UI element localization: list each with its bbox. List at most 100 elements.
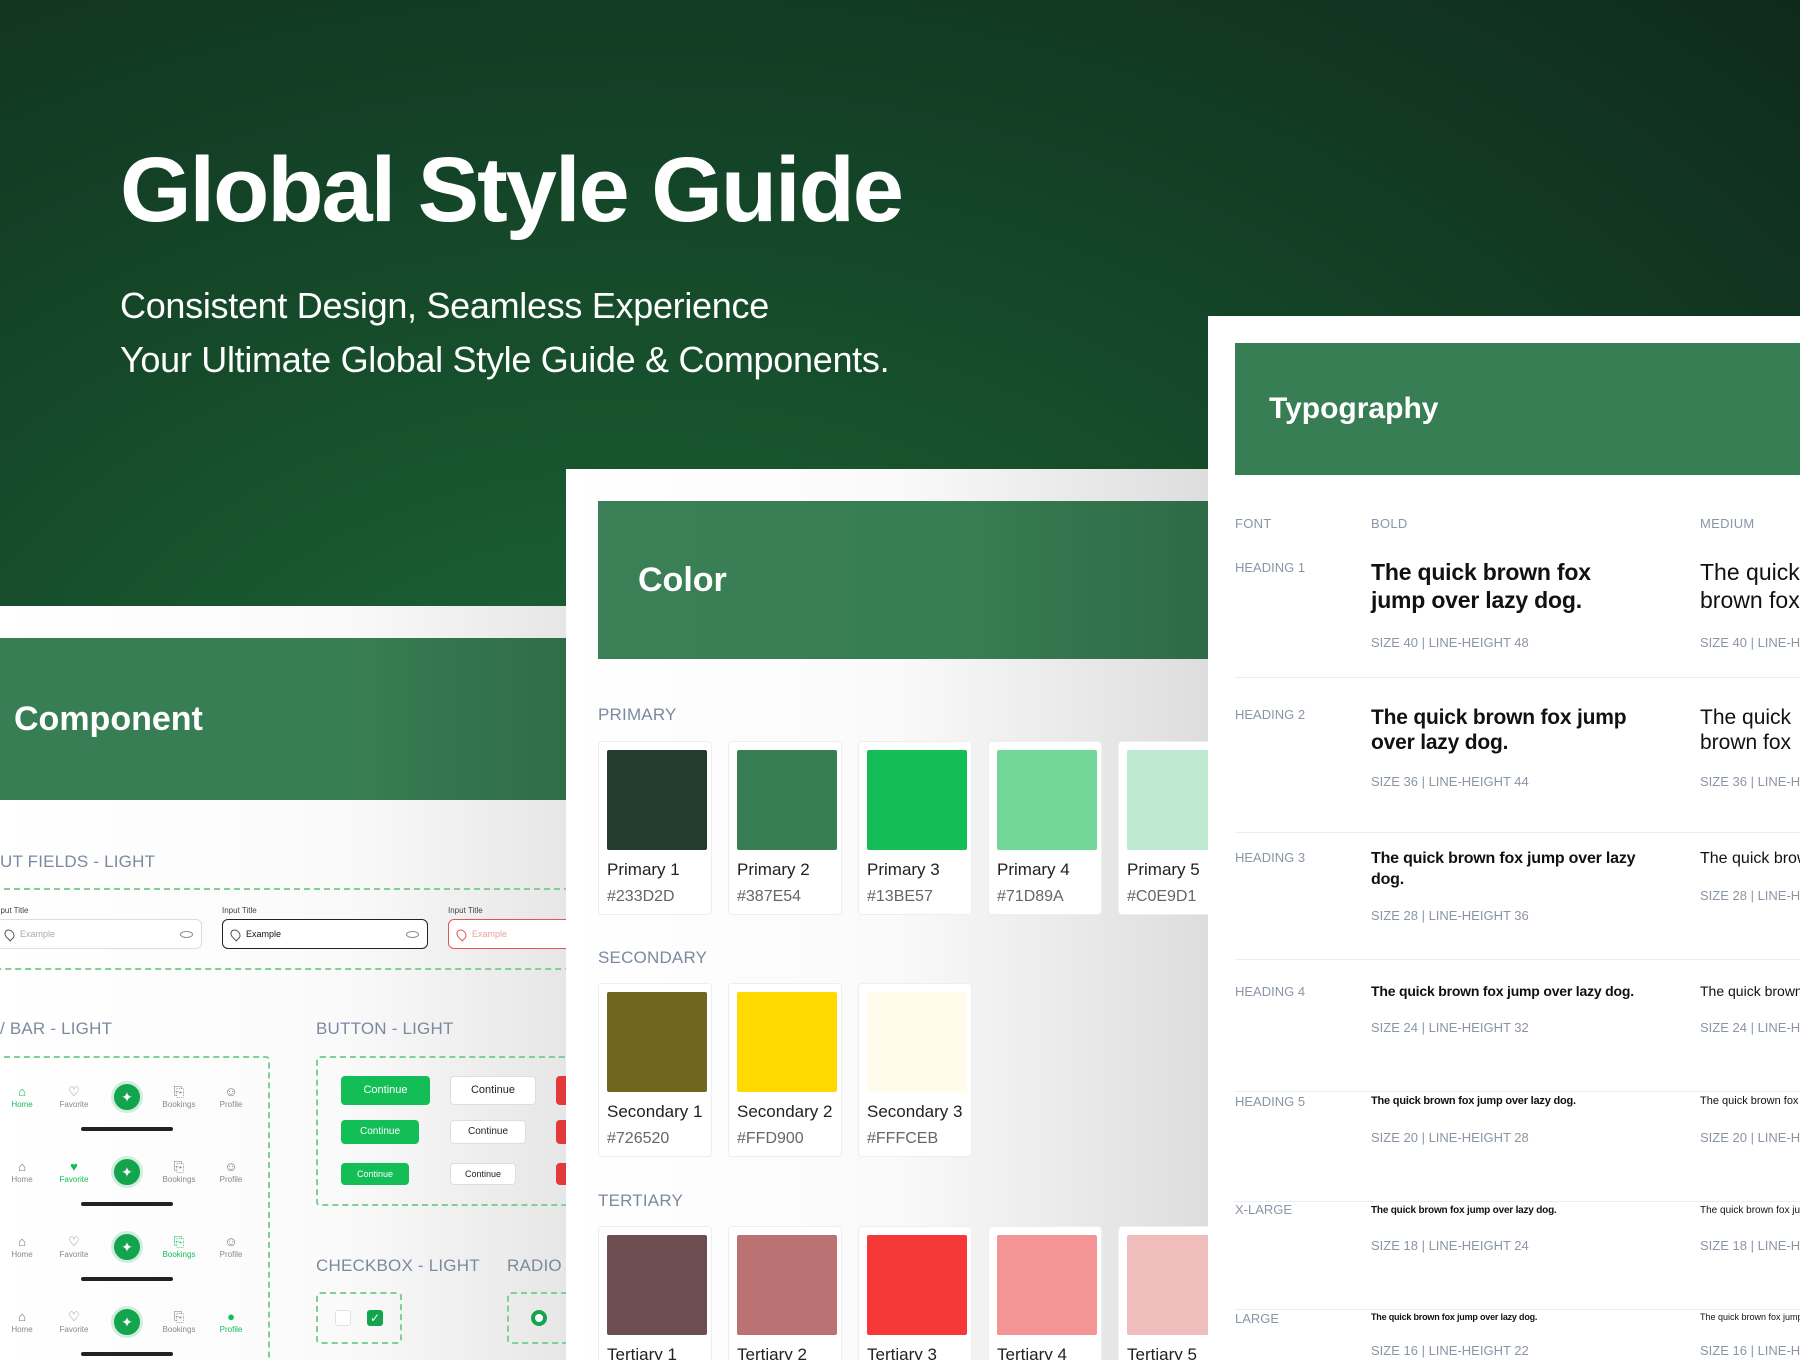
size-meta-medium: SIZE 36 | LINE-HEIGHT 44 <box>1700 774 1800 789</box>
swatch-hex: #C0E9D1 <box>1127 888 1197 905</box>
nav-home[interactable]: ⌂ Home <box>0 1160 44 1184</box>
bold-sample: The quick brown fox jump over lazy dog. <box>1371 559 1591 613</box>
location-pin-icon <box>2 926 17 942</box>
sparkle-fab-button[interactable]: ✦ <box>111 1156 143 1188</box>
navbar-bookings-active: ⌂ Home ♡ Favorite ✦ ⎘ Bookings ☺ Profile <box>0 1231 262 1303</box>
bold-sample: The quick brown fox jump over lazy dog. <box>1371 1095 1576 1107</box>
size-meta: SIZE 40 | LINE-HEIGHT 48 <box>1371 635 1529 650</box>
heart-icon: ♡ <box>68 1084 80 1099</box>
swatch-name: Secondary 1 <box>607 1102 703 1121</box>
medium-sample: The quick brown fox jump over lazy dog. <box>1700 1095 1800 1107</box>
input-field-label: nput Title <box>0 906 29 915</box>
input-box[interactable]: Example <box>0 919 202 949</box>
swatch-color <box>1127 1235 1221 1335</box>
size-meta-medium: SIZE 18 | LINE-HEIGHT 24 <box>1700 1238 1800 1253</box>
eye-off-icon[interactable] <box>180 930 193 938</box>
home-indicator <box>81 1127 173 1131</box>
swatch-tertiary-5[interactable]: Tertiary 5 <box>1118 1226 1221 1360</box>
swatch-color <box>607 992 707 1092</box>
checkbox-checked-icon[interactable]: ✓ <box>367 1310 383 1326</box>
font-name: HEADING 3 <box>1235 850 1306 865</box>
eye-off-icon[interactable] <box>406 930 419 938</box>
size-meta: SIZE 20 | LINE-HEIGHT 28 <box>1371 1130 1529 1145</box>
navbar-section-title: / BAR - LIGHT <box>0 1019 113 1038</box>
swatch-tertiary-4[interactable]: Tertiary 4 <box>988 1226 1102 1360</box>
nav-profile-label: Profile <box>219 1325 243 1334</box>
nav-favorite[interactable]: ♥ Favorite <box>52 1160 96 1184</box>
primary-button-small[interactable]: Continue <box>341 1163 409 1185</box>
swatch-secondary-1[interactable]: Secondary 1 #726520 <box>598 983 712 1157</box>
swatch-hex: #387E54 <box>737 888 802 905</box>
nav-bookings[interactable]: ⎘ Bookings <box>157 1160 201 1184</box>
swatch-primary-3[interactable]: Primary 3 #13BE57 <box>858 741 972 915</box>
swatch-tertiary-2[interactable]: Tertiary 2 <box>728 1226 842 1360</box>
nav-bookings[interactable]: ⎘ Bookings <box>157 1235 201 1259</box>
primary-button-medium[interactable]: Continue <box>341 1120 419 1144</box>
radio-selected-icon[interactable] <box>531 1310 547 1326</box>
type-row-heading-1: HEADING 1 The quick brown fox jump over … <box>1235 558 1800 678</box>
swatch-secondary-2[interactable]: Secondary 2 #FFD900 <box>728 983 842 1157</box>
user-icon: ● <box>227 1309 235 1324</box>
sparkle-fab-button[interactable]: ✦ <box>111 1081 143 1113</box>
nav-favorite[interactable]: ♡ Favorite <box>52 1310 96 1334</box>
nav-bookings[interactable]: ⎘ Bookings <box>157 1310 201 1334</box>
swatch-name: Primary 3 <box>867 860 940 879</box>
swatch-hex: #726520 <box>607 1130 670 1147</box>
size-meta-medium: SIZE 24 | LINE-HEIGHT 32 <box>1700 1020 1800 1035</box>
swatch-primary-2[interactable]: Primary 2 #387E54 <box>728 741 842 915</box>
size-meta-medium: SIZE 20 | LINE-HEIGHT 28 <box>1700 1130 1800 1145</box>
swatch-primary-4[interactable]: Primary 4 #71D89A <box>988 741 1102 915</box>
nav-profile[interactable]: ☺ Profile <box>209 1085 253 1109</box>
nav-home[interactable]: ⌂ Home <box>0 1235 44 1259</box>
swatch-primary-5[interactable]: Primary 5 #C0E9D1 <box>1118 741 1221 915</box>
sparkle-fab-button[interactable]: ✦ <box>111 1306 143 1338</box>
swatch-hex: #FFD900 <box>737 1130 804 1147</box>
column-header-medium: MEDIUM <box>1700 516 1755 531</box>
navbar-home-active: ⌂ Home ♡ Favorite ✦ ⎘ Bookings ☺ Profile <box>0 1081 262 1153</box>
nav-profile[interactable]: ● Profile <box>209 1310 253 1334</box>
home-icon: ⌂ <box>18 1084 26 1099</box>
location-pin-icon <box>454 926 469 942</box>
swatch-name: Secondary 2 <box>737 1102 833 1121</box>
nav-profile[interactable]: ☺ Profile <box>209 1235 253 1259</box>
swatch-tertiary-1[interactable]: Tertiary 1 <box>598 1226 712 1360</box>
home-indicator <box>81 1202 173 1206</box>
home-icon: ⌂ <box>18 1159 26 1174</box>
type-row-heading-3: HEADING 3 The quick brown fox jump over … <box>1235 848 1800 960</box>
nav-home[interactable]: ⌂ Home <box>0 1310 44 1334</box>
nav-home[interactable]: ⌂ Home <box>0 1085 44 1109</box>
column-header-font: FONT <box>1235 516 1272 531</box>
nav-favorite-label: Favorite <box>59 1325 89 1334</box>
secondary-section-title: SECONDARY <box>598 948 708 967</box>
ticket-icon: ⎘ <box>173 1084 185 1099</box>
swatch-color <box>737 992 837 1092</box>
swatch-tertiary-3[interactable]: Tertiary 3 <box>858 1226 972 1360</box>
input-field-1: nput Title Example <box>0 906 202 949</box>
radio-section-title: RADIO B <box>507 1256 570 1275</box>
input-box[interactable]: Example <box>222 919 428 949</box>
sparkle-fab-button[interactable]: ✦ <box>111 1231 143 1263</box>
outline-button-medium[interactable]: Continue <box>450 1120 526 1144</box>
component-banner: Component <box>0 638 570 800</box>
checkbox-unchecked[interactable] <box>335 1310 351 1326</box>
swatch-name: Primary 5 <box>1127 860 1200 879</box>
outline-button-small[interactable]: Continue <box>450 1163 516 1185</box>
input-box-error[interactable]: Example <box>448 919 570 949</box>
checkbox-section-title: CHECKBOX - LIGHT <box>316 1256 480 1275</box>
swatch-secondary-3[interactable]: Secondary 3 #FFFCEB <box>858 983 972 1157</box>
primary-button-large[interactable]: Continue <box>341 1076 430 1105</box>
nav-favorite[interactable]: ♡ Favorite <box>52 1235 96 1259</box>
home-indicator <box>81 1352 173 1356</box>
column-header-bold: BOLD <box>1371 516 1408 531</box>
nav-bookings[interactable]: ⎘ Bookings <box>157 1085 201 1109</box>
size-meta-medium: SIZE 16 | LINE-HEIGHT 22 <box>1700 1343 1800 1358</box>
swatch-hex: #FFFCEB <box>867 1130 939 1147</box>
navbar-favorite-active: ⌂ Home ♥ Favorite ✦ ⎘ Bookings ☺ Profile <box>0 1156 262 1228</box>
color-card: Color PRIMARY Primary 1 #233D2D Primary 2… <box>566 469 1221 1360</box>
outline-button-large[interactable]: Continue <box>450 1076 536 1105</box>
swatch-primary-1[interactable]: Primary 1 #233D2D <box>598 741 712 915</box>
size-meta-medium: SIZE 40 | LINE-HEIGHT 48 <box>1700 635 1800 650</box>
tertiary-section-title: TERTIARY <box>598 1191 684 1210</box>
nav-favorite[interactable]: ♡ Favorite <box>52 1085 96 1109</box>
nav-profile[interactable]: ☺ Profile <box>209 1160 253 1184</box>
